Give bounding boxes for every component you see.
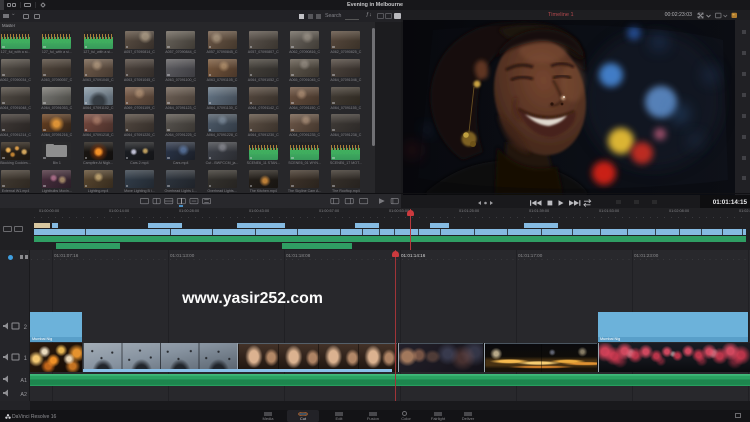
- svg-text:2: 2: [24, 325, 28, 331]
- svg-text:A1: A1: [20, 378, 27, 384]
- svg-text:1: 1: [24, 356, 28, 362]
- svg-text:A2: A2: [20, 392, 27, 398]
